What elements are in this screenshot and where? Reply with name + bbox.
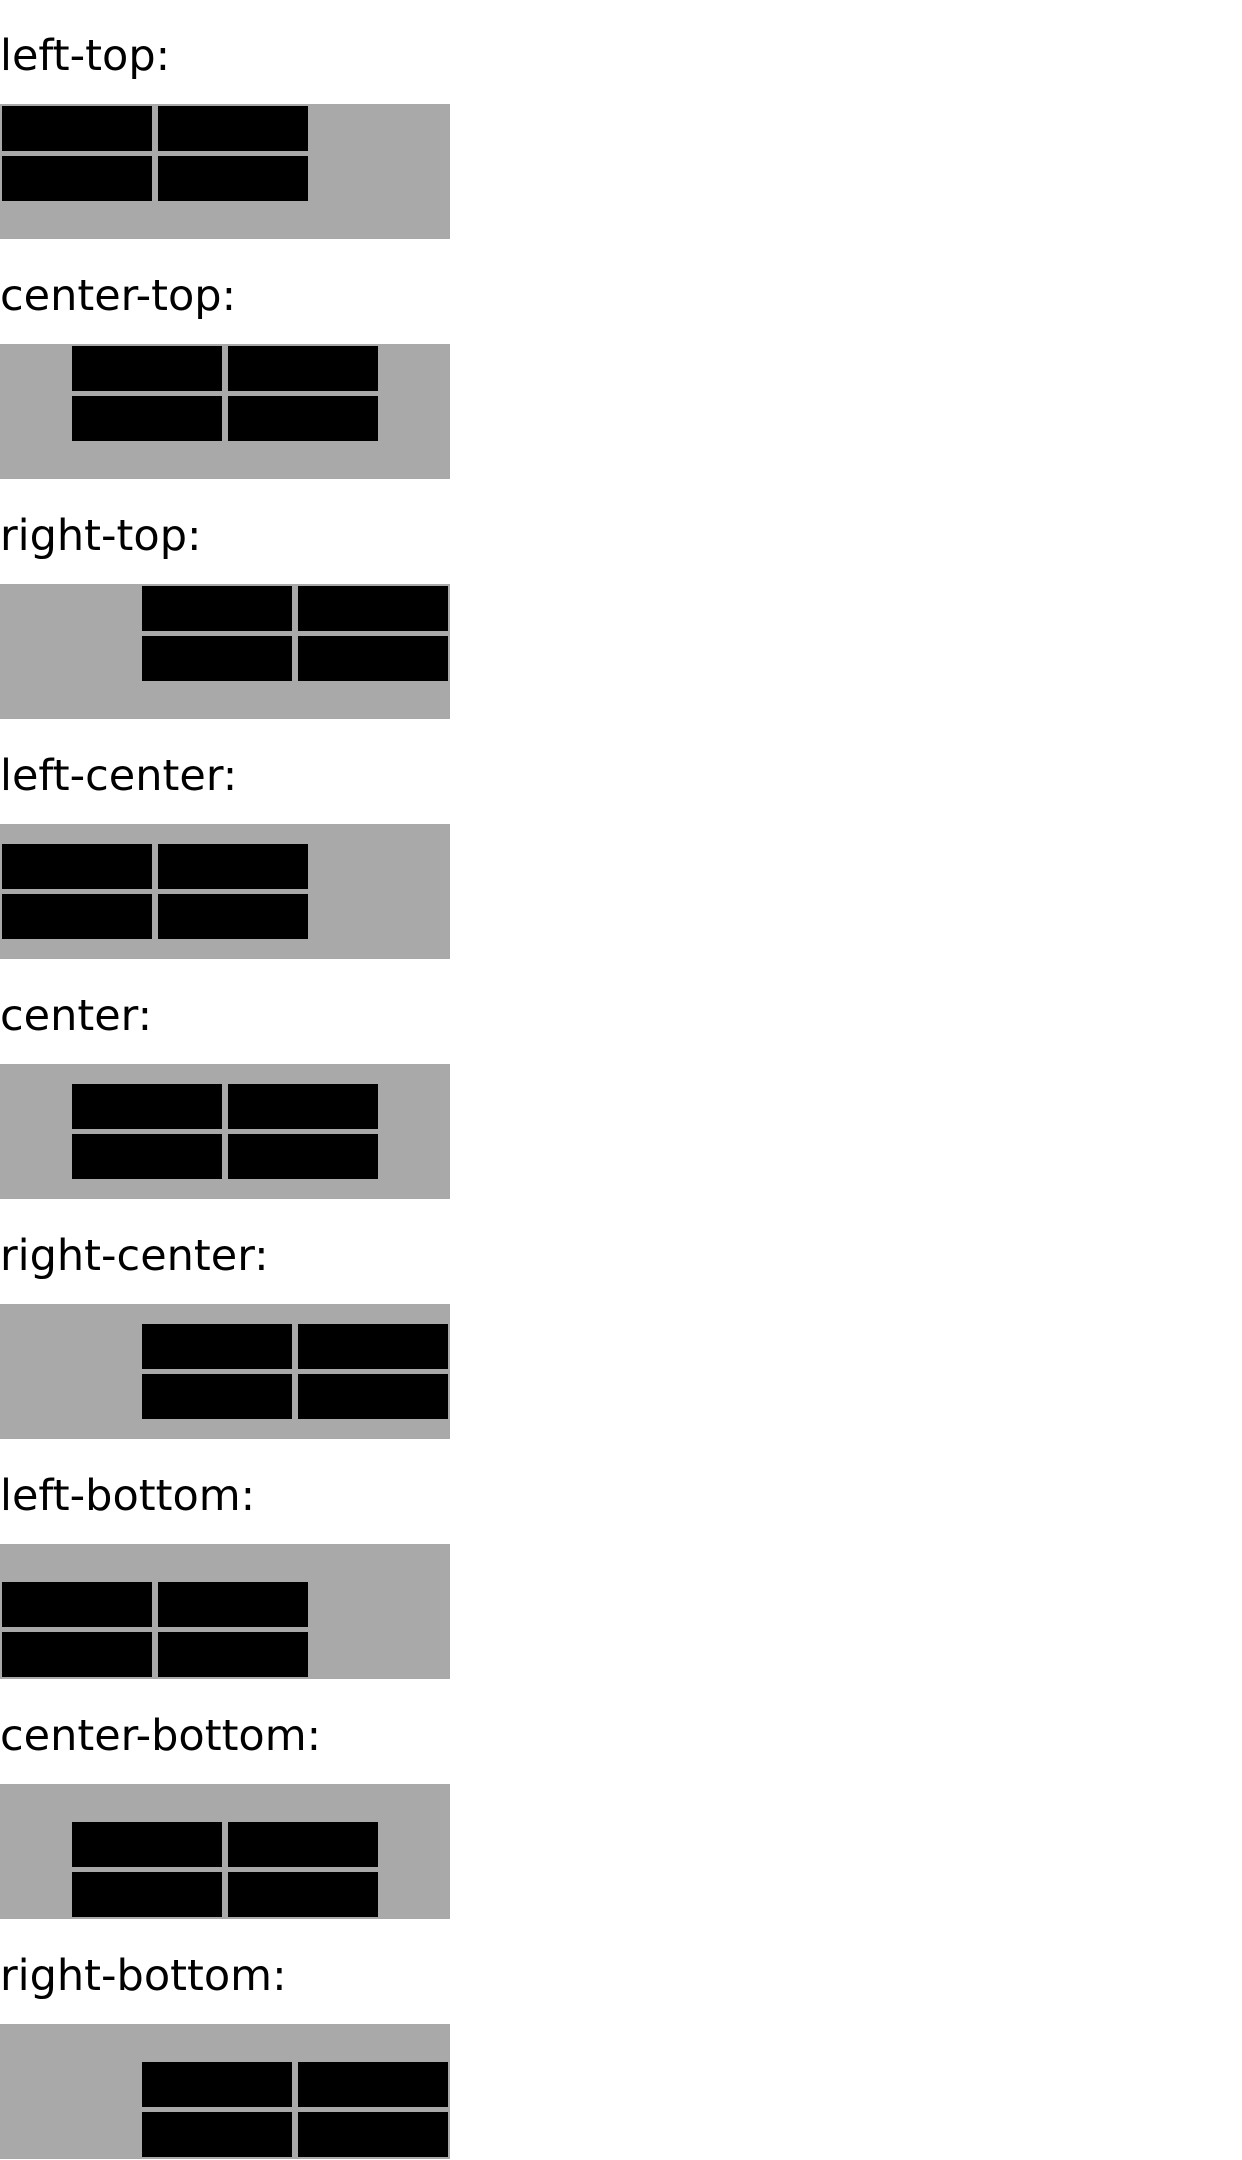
grid-cell bbox=[72, 1872, 222, 1917]
alignment-demo: left-top: bbox=[0, 0, 1242, 240]
grid-cell bbox=[2, 156, 152, 201]
grid-cell bbox=[298, 1324, 448, 1369]
alignment-demo: center-bottom: bbox=[0, 1680, 1242, 1920]
grid-container bbox=[0, 1544, 450, 1679]
grid-cell bbox=[228, 346, 378, 391]
grid-cell bbox=[2, 844, 152, 889]
grid-container bbox=[0, 2024, 450, 2159]
grid-container bbox=[0, 1304, 450, 1439]
grid-cell bbox=[142, 1374, 292, 1419]
grid-cell bbox=[158, 1582, 308, 1627]
grid-cell bbox=[158, 844, 308, 889]
grid-cell bbox=[72, 346, 222, 391]
demo-label: right-bottom: bbox=[0, 1951, 287, 2001]
grid-cell bbox=[228, 396, 378, 441]
grid-cell bbox=[2, 1582, 152, 1627]
grid-2x2 bbox=[140, 584, 450, 683]
grid-cell bbox=[158, 106, 308, 151]
grid-cell bbox=[142, 2062, 292, 2107]
grid-cell bbox=[228, 1134, 378, 1179]
alignment-demo: center-top: bbox=[0, 240, 1242, 480]
grid-cell bbox=[158, 894, 308, 939]
grid-cell bbox=[228, 1822, 378, 1867]
demo-label: right-center: bbox=[0, 1231, 269, 1281]
grid-cell bbox=[2, 894, 152, 939]
demo-label: left-bottom: bbox=[0, 1471, 256, 1521]
grid-cell bbox=[298, 2062, 448, 2107]
alignment-demo: left-center: bbox=[0, 720, 1242, 960]
grid-cell bbox=[158, 1632, 308, 1677]
demo-label: right-top: bbox=[0, 511, 202, 561]
grid-cell bbox=[298, 586, 448, 631]
grid-cell bbox=[142, 636, 292, 681]
grid-cell bbox=[72, 1134, 222, 1179]
grid-cell bbox=[72, 1822, 222, 1867]
grid-cell bbox=[142, 1324, 292, 1369]
grid-cell bbox=[298, 636, 448, 681]
grid-cell bbox=[72, 1084, 222, 1129]
demo-label: left-center: bbox=[0, 751, 238, 801]
grid-cell bbox=[142, 2112, 292, 2157]
grid-container bbox=[0, 824, 450, 959]
grid-cell bbox=[2, 1632, 152, 1677]
grid-cell bbox=[298, 2112, 448, 2157]
grid-2x2 bbox=[0, 1580, 310, 1679]
grid-2x2 bbox=[70, 344, 380, 443]
grid-cell bbox=[228, 1872, 378, 1917]
alignment-demo: right-bottom: bbox=[0, 1920, 1242, 2160]
grid-container bbox=[0, 1784, 450, 1919]
grid-cell bbox=[142, 586, 292, 631]
alignment-demo: right-top: bbox=[0, 480, 1242, 720]
grid-container bbox=[0, 584, 450, 719]
demo-label: center-bottom: bbox=[0, 1711, 322, 1761]
grid-2x2 bbox=[0, 842, 310, 941]
grid-2x2 bbox=[70, 1082, 380, 1181]
grid-cell bbox=[298, 1374, 448, 1419]
grid-container bbox=[0, 344, 450, 479]
alignment-demo: center: bbox=[0, 960, 1242, 1200]
alignment-demo: left-bottom: bbox=[0, 1440, 1242, 1680]
alignment-demo: right-center: bbox=[0, 1200, 1242, 1440]
grid-cell bbox=[2, 106, 152, 151]
demo-label: left-top: bbox=[0, 31, 171, 81]
grid-cell bbox=[158, 156, 308, 201]
grid-cell bbox=[228, 1084, 378, 1129]
demo-label: center: bbox=[0, 991, 153, 1041]
grid-2x2 bbox=[140, 1322, 450, 1421]
grid-cell bbox=[72, 396, 222, 441]
alignment-demo-list: left-top: center-top: right-top: left-cente… bbox=[0, 0, 1242, 2160]
grid-2x2 bbox=[140, 2060, 450, 2159]
grid-2x2 bbox=[0, 104, 310, 203]
grid-container bbox=[0, 1064, 450, 1199]
demo-label: center-top: bbox=[0, 271, 237, 321]
grid-container bbox=[0, 104, 450, 239]
grid-2x2 bbox=[70, 1820, 380, 1919]
